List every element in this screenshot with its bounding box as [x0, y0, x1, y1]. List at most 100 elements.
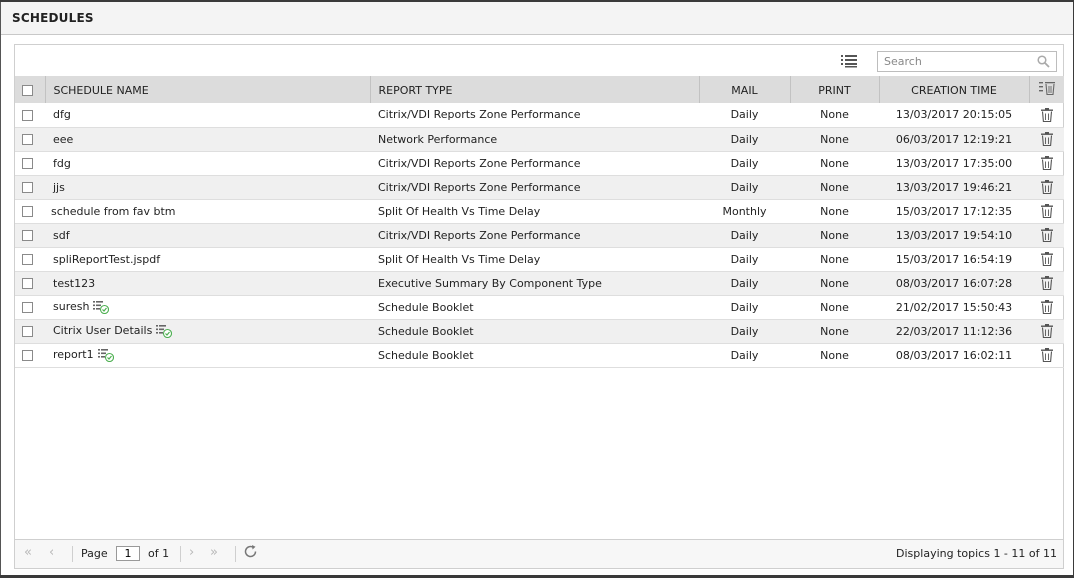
table-row[interactable]: fdg Citrix/VDI Reports Zone Performance Da… [15, 151, 1064, 175]
trash-icon[interactable] [1040, 252, 1053, 267]
report-type: Network Performance [378, 132, 498, 146]
row-checkbox[interactable] [22, 230, 33, 241]
report-type: Citrix/VDI Reports Zone Performance [378, 180, 581, 194]
schedule-name[interactable]: eee [53, 133, 73, 146]
print-setting: None [820, 132, 849, 146]
schedule-name[interactable]: Citrix User Details [53, 324, 152, 337]
select-all-checkbox[interactable] [22, 84, 33, 96]
pager-summary: Displaying topics 1 - 11 of 11 [896, 547, 1057, 560]
table-row[interactable]: dfg Citrix/VDI Reports Zone Performance Da… [15, 103, 1064, 127]
delete-column-icon[interactable] [1038, 81, 1055, 96]
row-checkbox[interactable] [22, 206, 33, 217]
trash-icon[interactable] [1040, 348, 1053, 363]
row-checkbox[interactable] [22, 254, 33, 265]
mail-frequency: Daily [730, 228, 759, 242]
trash-icon[interactable] [1040, 132, 1053, 147]
trash-icon[interactable] [1040, 300, 1053, 315]
mail-frequency: Daily [730, 180, 759, 194]
next-page-icon[interactable]: › [189, 545, 194, 560]
row-checkbox[interactable] [22, 350, 33, 361]
page-number-input[interactable] [116, 546, 140, 561]
row-checkbox[interactable] [22, 182, 33, 193]
first-page-icon[interactable]: « [24, 545, 32, 560]
table-row[interactable]: schedule from fav btm Split Of Health Vs … [15, 199, 1064, 223]
schedule-name[interactable]: spliReportTest.jspdf [53, 253, 160, 266]
row-checkbox[interactable] [22, 109, 33, 121]
trash-icon[interactable] [1040, 276, 1053, 291]
schedule-name[interactable]: schedule from fav btm [51, 205, 176, 218]
trash-icon[interactable] [1040, 180, 1053, 195]
row-checkbox[interactable] [22, 278, 33, 289]
creation-time: 15/03/2017 17:12:35 [895, 204, 1013, 218]
trash-icon[interactable] [1040, 228, 1053, 243]
search-box [877, 51, 1057, 72]
row-checkbox[interactable] [22, 302, 33, 313]
schedule-name[interactable]: jjs [53, 181, 65, 194]
list-view-icon[interactable] [841, 54, 857, 68]
print-setting: None [820, 204, 849, 218]
creation-time: 13/03/2017 19:46:21 [895, 180, 1013, 194]
report-type: Split Of Health Vs Time Delay [378, 252, 541, 266]
report-type: Schedule Booklet [378, 300, 474, 314]
schedule-name[interactable]: test123 [53, 277, 95, 290]
mail-frequency: Daily [730, 300, 759, 314]
schedules-table: SCHEDULE NAME REPORT TYPE MAIL PRINT CRE… [15, 76, 1064, 368]
column-header-schedule-name[interactable]: SCHEDULE NAME [45, 76, 371, 103]
print-setting: None [820, 300, 849, 314]
search-input[interactable] [878, 52, 1028, 71]
trash-icon[interactable] [1040, 204, 1053, 219]
row-checkbox[interactable] [22, 326, 33, 337]
table-header-row: SCHEDULE NAME REPORT TYPE MAIL PRINT CRE… [15, 76, 1064, 103]
mail-frequency: Daily [730, 108, 759, 122]
delete-all-header[interactable] [1029, 76, 1064, 103]
trash-icon[interactable] [1040, 156, 1053, 171]
report-type: Executive Summary By Component Type [378, 276, 602, 290]
column-header-print[interactable]: PRINT [790, 76, 880, 103]
creation-time: 08/03/2017 16:07:28 [895, 276, 1013, 290]
report-type: Schedule Booklet [378, 348, 474, 362]
pager-divider [72, 546, 73, 562]
report-type: Citrix/VDI Reports Zone Performance [378, 228, 581, 242]
mail-frequency: Daily [730, 324, 759, 338]
report-type: Citrix/VDI Reports Zone Performance [378, 156, 581, 170]
report-type: Split Of Health Vs Time Delay [378, 204, 541, 218]
page-count-label: of 1 [148, 547, 170, 560]
column-header-creation-time[interactable]: CREATION TIME [879, 76, 1030, 103]
column-header-mail[interactable]: MAIL [699, 76, 791, 103]
table-row[interactable]: eee Network Performance Daily None 06/03/201… [15, 127, 1064, 151]
mail-frequency: Daily [730, 348, 759, 362]
schedule-name[interactable]: dfg [53, 108, 71, 121]
schedule-name[interactable]: fdg [53, 157, 71, 170]
mail-frequency: Daily [730, 132, 759, 146]
window-title: SCHEDULES [1, 2, 1073, 35]
column-header-report-type[interactable]: REPORT TYPE [370, 76, 700, 103]
table-body: dfg Citrix/VDI Reports Zone Performance Da… [15, 103, 1064, 367]
print-setting: None [820, 228, 849, 242]
table-row[interactable]: suresh Schedule Booklet Daily None 21/02/201… [15, 295, 1064, 319]
row-checkbox[interactable] [22, 134, 33, 145]
trash-icon[interactable] [1040, 324, 1053, 339]
report-type: Schedule Booklet [378, 324, 474, 338]
schedule-name[interactable]: sdf [53, 229, 70, 242]
table-row[interactable]: jjs Citrix/VDI Reports Zone Performance Da… [15, 175, 1064, 199]
toolbar [15, 45, 1063, 76]
table-row[interactable]: Citrix User Details Schedule Booklet Daily… [15, 319, 1064, 343]
last-page-icon[interactable]: » [210, 545, 218, 560]
trash-icon[interactable] [1040, 107, 1053, 122]
search-icon[interactable] [1037, 55, 1050, 68]
row-checkbox[interactable] [22, 158, 33, 169]
schedule-name[interactable]: report1 [53, 348, 94, 361]
print-setting: None [820, 252, 849, 266]
table-row[interactable]: test123 Executive Summary By Component Ty… [15, 271, 1064, 295]
schedule-name[interactable]: suresh [53, 300, 89, 313]
print-setting: None [820, 348, 849, 362]
table-row[interactable]: sdf Citrix/VDI Reports Zone Performance Da… [15, 223, 1064, 247]
table-row[interactable]: report1 Schedule Booklet Daily None 08/03/20… [15, 343, 1064, 367]
print-setting: None [820, 180, 849, 194]
refresh-icon[interactable] [243, 544, 258, 562]
mail-frequency: Monthly [722, 204, 767, 218]
pagination-bar: « ‹ Page of 1 › » Displaying topics 1 - … [15, 539, 1063, 568]
table-row[interactable]: spliReportTest.jspdf Split Of Health Vs T… [15, 247, 1064, 271]
report-type: Citrix/VDI Reports Zone Performance [378, 108, 581, 122]
prev-page-icon[interactable]: ‹ [49, 545, 54, 560]
